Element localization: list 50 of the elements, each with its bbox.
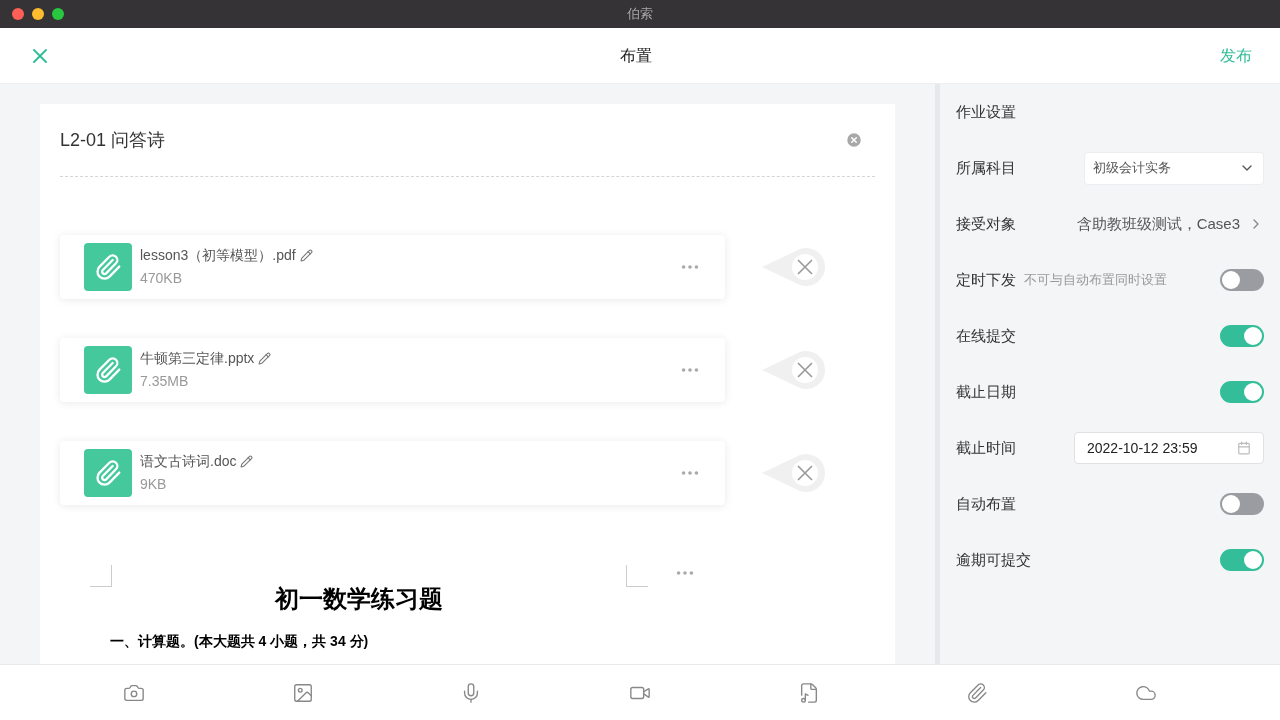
delete-bubble-icon[interactable]	[760, 452, 826, 494]
delete-bubble-icon[interactable]	[760, 246, 826, 288]
window-title: 伯索	[627, 5, 653, 24]
crop-mark	[90, 565, 112, 587]
paperclip-icon	[84, 346, 132, 394]
attachment-card[interactable]: 语文古诗词.doc 9KB	[60, 441, 725, 505]
attachment-card[interactable]: 牛顿第三定律.pptx 7.35MB	[60, 338, 725, 402]
zoom-window-button[interactable]	[52, 8, 64, 20]
edit-icon[interactable]	[240, 454, 254, 468]
setting-label: 逾期可提交	[956, 549, 1031, 570]
assignment-title: L2-01 问答诗	[60, 128, 166, 152]
setting-label: 截止日期	[956, 381, 1016, 402]
file-name: 牛顿第三定律.pptx	[140, 348, 255, 368]
toggle-switch[interactable]	[1220, 493, 1264, 515]
minimize-window-button[interactable]	[32, 8, 44, 20]
document-heading: 初一数学练习题	[275, 585, 443, 612]
toggle-switch[interactable]	[1220, 549, 1264, 571]
document-section: 一、计算题。(本大题共 4 小题，共 34 分)	[110, 633, 369, 649]
setting-label: 自动布置	[956, 493, 1016, 514]
paperclip-icon	[84, 449, 132, 497]
image-icon[interactable]	[291, 681, 314, 704]
date-field[interactable]: 2022-10-12 23:59	[1074, 432, 1264, 464]
setting-label: 所属科目	[956, 157, 1016, 178]
close-window-button[interactable]	[12, 8, 24, 20]
clear-icon[interactable]	[845, 131, 863, 149]
file-size: 9KB	[140, 475, 167, 492]
edit-icon[interactable]	[258, 351, 272, 365]
toggle-switch[interactable]	[1220, 269, 1264, 291]
delete-bubble-icon[interactable]	[760, 349, 826, 391]
file-size: 7.35MB	[140, 372, 189, 389]
setting-label: 接受对象	[956, 213, 1016, 234]
setting-label: 在线提交	[956, 325, 1016, 346]
calendar-icon	[1237, 441, 1251, 455]
toggle-switch[interactable]	[1220, 381, 1264, 403]
recipients-value[interactable]: 含助教班级测试，Case3	[1076, 212, 1240, 236]
crop-mark	[626, 565, 648, 587]
subject-select[interactable]: 初级会计实务	[1084, 151, 1264, 185]
toggle-switch[interactable]	[1220, 325, 1264, 347]
paperclip-icon[interactable]	[966, 681, 989, 704]
paperclip-icon	[84, 243, 132, 291]
page-title: 布置	[620, 45, 652, 66]
setting-label: 定时下发	[956, 269, 1016, 290]
file-name: 语文古诗词.doc	[140, 451, 237, 471]
file-name: lesson3（初等模型）.pdf	[140, 245, 296, 265]
settings-title: 作业设置	[956, 101, 1016, 122]
attachment-card[interactable]: lesson3（初等模型）.pdf 470KB	[60, 235, 725, 299]
edit-icon[interactable]	[299, 248, 313, 262]
setting-label: 截止时间	[956, 437, 1016, 458]
file-size: 470KB	[140, 269, 183, 286]
setting-hint: 不可与自动布置同时设置	[1024, 271, 1167, 290]
